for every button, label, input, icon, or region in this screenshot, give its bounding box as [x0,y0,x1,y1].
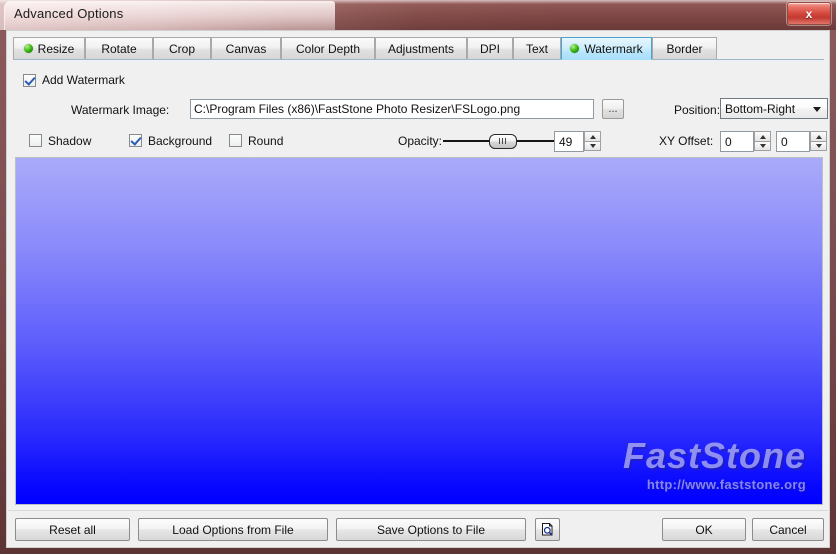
watermark-image-input[interactable]: C:\Program Files (x86)\FastStone Photo R… [190,99,594,119]
tab-label: Border [666,41,703,56]
round-label[interactable]: Round [248,134,283,148]
document-magnifier-icon [542,523,553,536]
save-options-button[interactable]: Save Options to File [336,518,526,541]
shadow-checkbox[interactable] [29,134,42,147]
footer-divider [8,510,828,511]
title-bar: Advanced Options x [0,0,836,30]
close-icon: x [805,6,813,21]
opacity-slider[interactable] [443,131,561,151]
status-dot-icon [570,44,580,53]
tab-dpi[interactable]: DPI [467,37,513,59]
tab-color-depth[interactable]: Color Depth [281,37,375,59]
window-title: Advanced Options [14,6,124,21]
tab-label: Watermark [584,41,643,56]
tab-label: Resize [37,41,75,56]
client-area: Resize Rotate Crop Canvas Color Depth Ad… [6,30,830,548]
y-offset-stepper-down[interactable] [810,141,827,151]
tab-border[interactable]: Border [652,37,717,59]
tab-crop[interactable]: Crop [153,37,211,59]
tab-resize[interactable]: Resize [13,37,85,59]
cancel-button[interactable]: Cancel [752,518,824,541]
position-select[interactable]: Bottom-Right [720,98,828,119]
background-checkbox[interactable] [129,134,142,147]
chevron-down-icon [813,106,821,112]
ok-button[interactable]: OK [662,518,746,541]
add-watermark-checkbox[interactable] [23,74,36,87]
x-offset-stepper[interactable] [754,131,771,152]
opacity-stepper[interactable] [584,131,601,152]
watermark-brand-text: FastStone [622,435,806,476]
advanced-options-window: Advanced Options x Resize Rotate Crop Ca… [0,0,836,554]
y-offset-input[interactable]: 0 [776,131,810,152]
tab-strip: Resize Rotate Crop Canvas Color Depth Ad… [13,37,824,60]
tab-watermark[interactable]: Watermark [561,37,652,60]
tab-label: DPI [479,41,500,56]
slider-thumb[interactable] [489,134,517,149]
opacity-stepper-down[interactable] [584,141,601,151]
opacity-stepper-up[interactable] [584,131,601,141]
browse-button[interactable]: ... [602,99,624,119]
tab-label: Text [525,41,548,56]
preview-button[interactable] [535,518,560,541]
opacity-label: Opacity: [398,134,443,148]
tab-label: Crop [168,41,195,56]
watermark-preview[interactable]: FastStone http://www.faststone.org [15,157,823,505]
tab-label: Rotate [101,41,137,56]
y-offset-stepper-up[interactable] [810,131,827,141]
reset-all-button[interactable]: Reset all [15,518,130,541]
watermark-overlay: FastStone http://www.faststone.org [622,435,806,493]
watermark-url-text: http://www.faststone.org [646,477,806,492]
watermark-image-label: Watermark Image: [71,103,170,117]
tab-adjustments[interactable]: Adjustments [375,37,467,59]
x-offset-stepper-up[interactable] [754,131,771,141]
tab-label: Canvas [225,41,267,56]
status-dot-icon [23,44,33,53]
round-checkbox[interactable] [229,134,242,147]
load-options-button[interactable]: Load Options from File [138,518,328,541]
x-offset-stepper-down[interactable] [754,141,771,151]
background-label[interactable]: Background [148,134,212,148]
opacity-input[interactable]: 49 [554,131,584,152]
position-label: Position: [674,103,721,117]
y-offset-stepper[interactable] [810,131,827,152]
close-button[interactable]: x [787,2,831,25]
tab-canvas[interactable]: Canvas [211,37,281,59]
x-offset-input[interactable]: 0 [720,131,754,152]
tab-label: Color Depth [295,41,361,56]
add-watermark-label[interactable]: Add Watermark [42,73,125,87]
tab-label: Adjustments [387,41,455,56]
shadow-label[interactable]: Shadow [48,134,91,148]
xy-offset-label: XY Offset: [659,134,714,148]
tab-text[interactable]: Text [513,37,561,59]
position-value: Bottom-Right [725,101,796,116]
tab-rotate[interactable]: Rotate [85,37,153,59]
